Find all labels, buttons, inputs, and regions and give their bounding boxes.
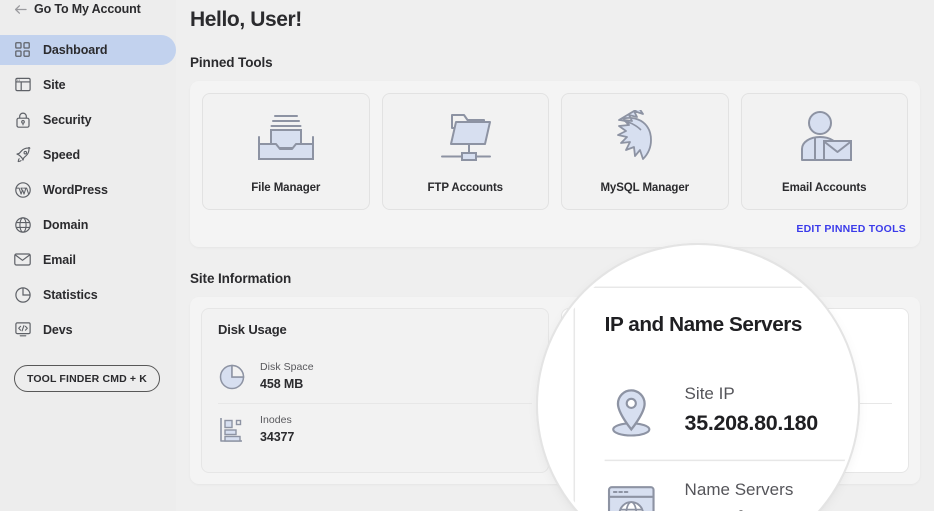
go-to-my-account-link[interactable]: Go To My Account: [0, 0, 176, 18]
name-servers-text: Name Servers ns1.siteground.net: [620, 413, 730, 447]
disk-usage-title: Disk Usage: [218, 322, 287, 337]
disk-space-value: 458 MB: [260, 377, 304, 392]
pinned-tools-grid: File Manager FTP Accounts MySQL Manager …: [202, 93, 908, 210]
map-pin-icon: [578, 362, 606, 392]
envelope-icon: [14, 251, 31, 268]
disk-space-key: Disk Space: [260, 361, 314, 373]
main-content: Hello, User! Pinned Tools File Manager F…: [176, 0, 934, 511]
name-servers-key: Name Servers: [620, 413, 688, 426]
inodes-value: 34377: [260, 430, 295, 445]
name-servers-row: Name Servers ns1.siteground.net: [578, 402, 892, 456]
sidebar-item-statistics-label: Statistics: [43, 287, 98, 302]
page-title: Hello, User!: [190, 8, 302, 31]
sidebar-item-email-label: Email: [43, 252, 76, 267]
site-ip-text: Site IP 35.208.80.180: [620, 360, 699, 394]
ip-and-name-servers-card: IP and Name Servers Site IP 35.208.80.18: [561, 308, 909, 473]
inodes-key: Inodes: [260, 413, 292, 426]
tool-card-email-accounts[interactable]: Email Accounts: [740, 93, 908, 210]
disk-space-text: Disk Space 458 MB: [260, 360, 314, 394]
lock-icon: [14, 111, 31, 128]
arrow-left-icon: [14, 4, 27, 15]
sidebar-item-speed[interactable]: Speed: [0, 140, 176, 170]
sidebar-item-email[interactable]: Email: [0, 245, 176, 275]
disk-usage-card: Disk Usage Disk Space 458 MB Inodes 3437…: [201, 308, 549, 473]
site-information-title: Site Information: [190, 271, 292, 286]
sidebar-item-dashboard-label: Dashboard: [43, 42, 108, 57]
sidebar-item-site-label: Site: [43, 77, 66, 92]
sidebar-item-domain[interactable]: Domain: [0, 210, 176, 240]
disk-space-row: Disk Space 458 MB: [218, 351, 532, 403]
inodes-row: Inodes 34377: [218, 402, 532, 456]
sidebar-item-wordpress[interactable]: WordPress: [0, 175, 176, 205]
pinned-tools-actions: EDIT PINNED TOOLS: [202, 223, 908, 235]
sidebar-item-site[interactable]: Site: [0, 70, 176, 100]
globe-icon: [14, 216, 31, 233]
ip-and-name-servers-title: IP and Name Servers: [578, 322, 705, 337]
code-icon: [14, 321, 31, 338]
name-servers-value: ns1.siteground.net: [620, 430, 731, 445]
rocket-icon: [14, 146, 31, 163]
email-accounts-icon: [793, 108, 855, 170]
tool-card-file-manager-label: File Manager: [251, 182, 321, 194]
site-information-panel: Disk Usage Disk Space 458 MB Inodes 3437…: [190, 297, 920, 484]
site-information-grid: Disk Usage Disk Space 458 MB Inodes 3437…: [201, 308, 909, 473]
wordpress-icon: [14, 181, 31, 198]
ftp-accounts-icon: [434, 108, 496, 170]
pinned-tools-title: Pinned Tools: [190, 55, 273, 70]
inodes-text: Inodes 34377: [260, 413, 294, 447]
file-manager-icon: [255, 108, 317, 170]
sidebar-item-security[interactable]: Security: [0, 105, 176, 135]
tool-card-email-accounts-label: Email Accounts: [782, 182, 867, 194]
sidebar-item-dashboard[interactable]: Dashboard: [0, 34, 176, 65]
browser-icon: [14, 76, 31, 93]
sidebar-item-speed-label: Speed: [43, 147, 81, 162]
sidebar-item-domain-label: Domain: [43, 217, 89, 232]
tool-card-ftp-accounts-label: FTP Accounts: [427, 182, 504, 194]
sidebar-item-security-label: Security: [43, 112, 92, 127]
edit-pinned-tools-link[interactable]: EDIT PINNED TOOLS: [796, 223, 906, 235]
inodes-icon: [218, 415, 246, 445]
tool-finder-button[interactable]: TOOL FINDER CMD + K: [14, 365, 160, 392]
sidebar-nav: Dashboard Site Security Speed WordPress …: [0, 32, 176, 347]
sidebar-item-wordpress-label: WordPress: [43, 182, 108, 197]
pinned-tools-panel: File Manager FTP Accounts MySQL Manager …: [190, 81, 920, 247]
sidebar: Go To My Account Dashboard Site Security…: [0, 0, 176, 511]
tool-card-mysql-manager[interactable]: MySQL Manager: [561, 93, 729, 210]
dashboard-page: Go To My Account Dashboard Site Security…: [0, 0, 934, 511]
pie-chart-icon: [14, 286, 31, 303]
tool-card-mysql-manager-label: MySQL Manager: [600, 182, 690, 194]
sidebar-item-devs-label: Devs: [43, 322, 73, 337]
mysql-dolphin-icon: [614, 108, 676, 170]
sidebar-item-devs[interactable]: Devs: [0, 315, 176, 345]
site-ip-row: Site IP 35.208.80.180: [578, 351, 892, 403]
tool-finder-label: TOOL FINDER CMD + K: [26, 372, 147, 385]
site-ip-key: Site IP: [620, 361, 652, 373]
go-to-my-account-label: Go To My Account: [34, 2, 141, 16]
pie-chart-icon: [218, 362, 246, 392]
grid-icon: [14, 41, 31, 58]
sidebar-item-statistics[interactable]: Statistics: [0, 280, 176, 310]
tool-card-ftp-accounts[interactable]: FTP Accounts: [381, 93, 549, 210]
browser-globe-icon: [578, 415, 606, 445]
site-ip-value: 35.208.80.180: [620, 377, 699, 392]
tool-card-file-manager[interactable]: File Manager: [202, 93, 370, 210]
